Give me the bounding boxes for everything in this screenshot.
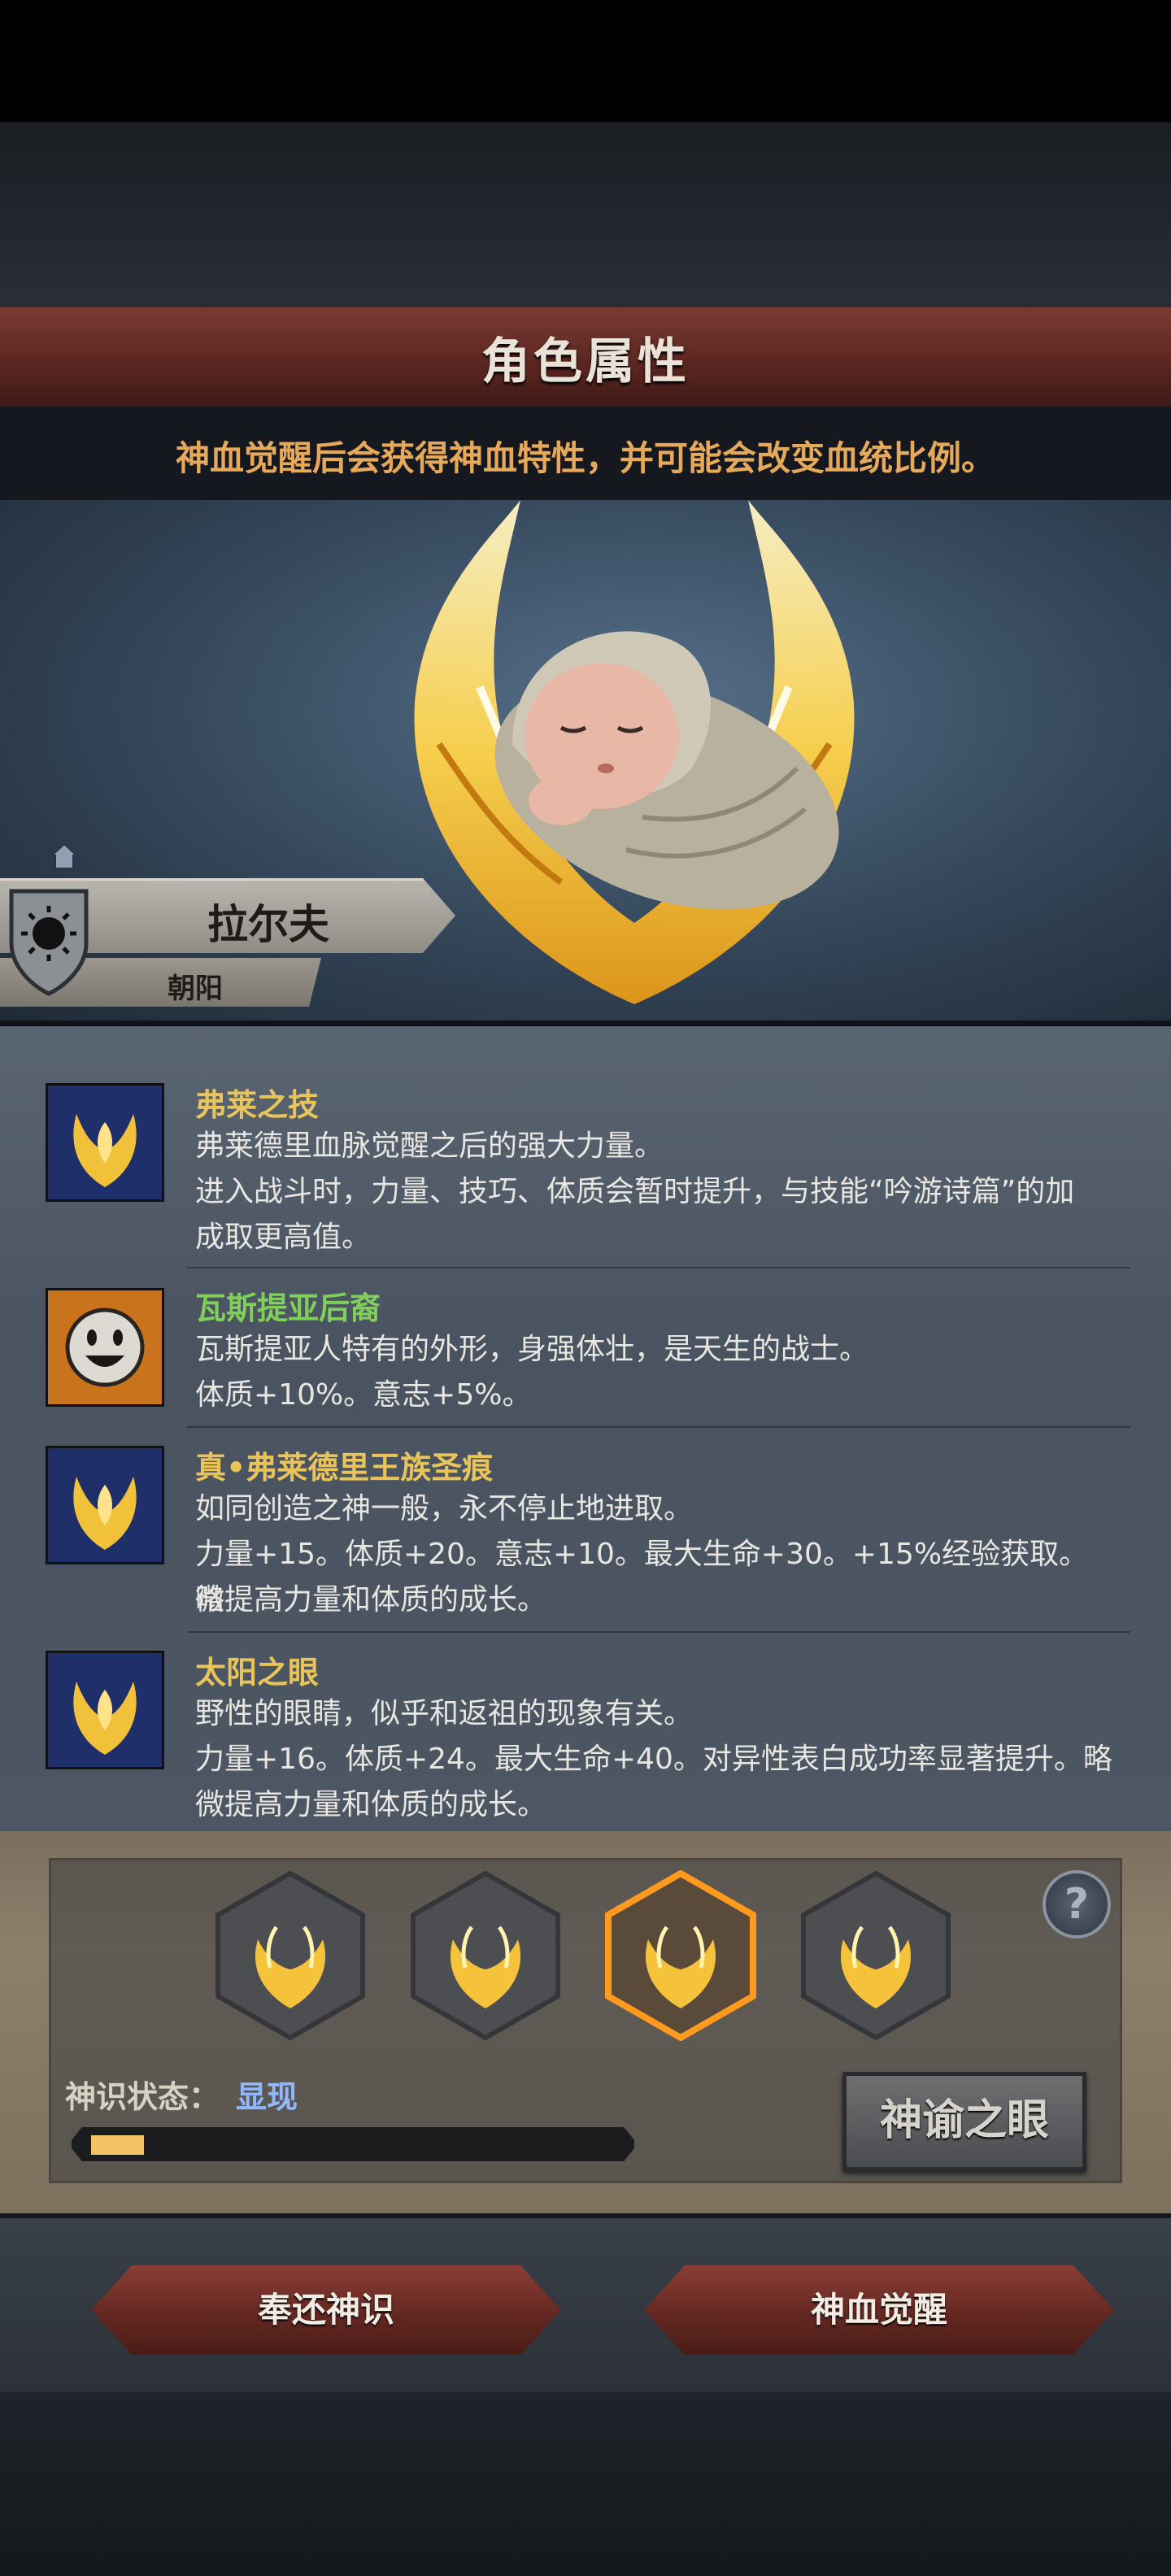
page-title: 角色属性 xyxy=(481,333,690,390)
swaddled-baby-portrait xyxy=(494,631,839,910)
trait-description: 进入战斗时，力量、技巧、体质会暂时提升，与技能“吟游诗篇”的加 xyxy=(195,1175,1075,1208)
trait-name: 瓦斯提亚后裔 xyxy=(195,1290,381,1326)
trait-description: 弗莱德里血脉觉醒之后的强大力量。 xyxy=(195,1129,664,1163)
trait-description: 体质+10%。意志+5%。 xyxy=(195,1378,532,1412)
divider xyxy=(187,1631,1130,1633)
bottom-shade xyxy=(0,2392,1171,2576)
divine-slot-4[interactable] xyxy=(799,1870,953,2041)
title-banner: 角色属性 xyxy=(0,307,1171,410)
trait-description: 力量+16。体质+24。最大生命+40。对异性表白成功率显著提升。略 xyxy=(195,1743,1112,1776)
return-consciousness-button[interactable]: 奉还神识 xyxy=(91,2265,561,2355)
trait-description: 瓦斯提亚人特有的外形，身强体壮，是天生的战士。 xyxy=(195,1333,869,1366)
blood-awaken-button[interactable]: 神血觉醒 xyxy=(644,2265,1114,2355)
consciousness-progress-bar xyxy=(68,2124,638,2165)
status-value: 显现 xyxy=(236,2079,298,2115)
smiling-face-icon xyxy=(46,1288,164,1407)
golden-crest-icon xyxy=(46,1651,164,1769)
oracle-eye-button[interactable]: 神谕之眼 xyxy=(842,2072,1086,2171)
divine-slot-2[interactable] xyxy=(408,1870,563,2041)
home-icon xyxy=(50,842,78,869)
subtitle-bar: 神血觉醒后会获得神血特性，并可能会改变血统比例。 xyxy=(0,407,1171,500)
trait-name: 弗莱之技 xyxy=(195,1087,320,1123)
trait-name: 真•弗莱德里王族圣痕 xyxy=(195,1450,494,1486)
golden-crest-icon xyxy=(46,1083,164,1202)
character-title: 朝阳 xyxy=(168,973,223,1005)
trait-description: 如同创造之神一般，永不停止地进取。 xyxy=(195,1492,694,1525)
trait-description: 成取更高值。 xyxy=(195,1221,372,1254)
divider xyxy=(187,1426,1130,1428)
character-name: 拉尔夫 xyxy=(207,901,329,948)
divine-slot-1[interactable] xyxy=(213,1870,368,2041)
progress-fill xyxy=(91,2135,144,2155)
status-label: 神识状态： xyxy=(65,2079,220,2115)
trait-name: 太阳之眼 xyxy=(195,1655,320,1690)
golden-crest-icon xyxy=(46,1446,164,1564)
page-subtitle: 神血觉醒后会获得神血特性，并可能会改变血统比例。 xyxy=(175,438,995,478)
divine-slot-3-selected[interactable] xyxy=(603,1870,758,2041)
trait-description: 微提高力量和体质的成长。 xyxy=(195,1583,547,1617)
trait-description: 微提高力量和体质的成长。 xyxy=(195,1788,547,1821)
divider xyxy=(187,1267,1130,1268)
top-shade xyxy=(0,122,1171,309)
trait-description: 野性的眼睛，似乎和返祖的现象有关。 xyxy=(195,1697,694,1730)
help-button[interactable]: ? xyxy=(1043,1870,1111,1939)
sun-shield-icon xyxy=(9,889,89,996)
